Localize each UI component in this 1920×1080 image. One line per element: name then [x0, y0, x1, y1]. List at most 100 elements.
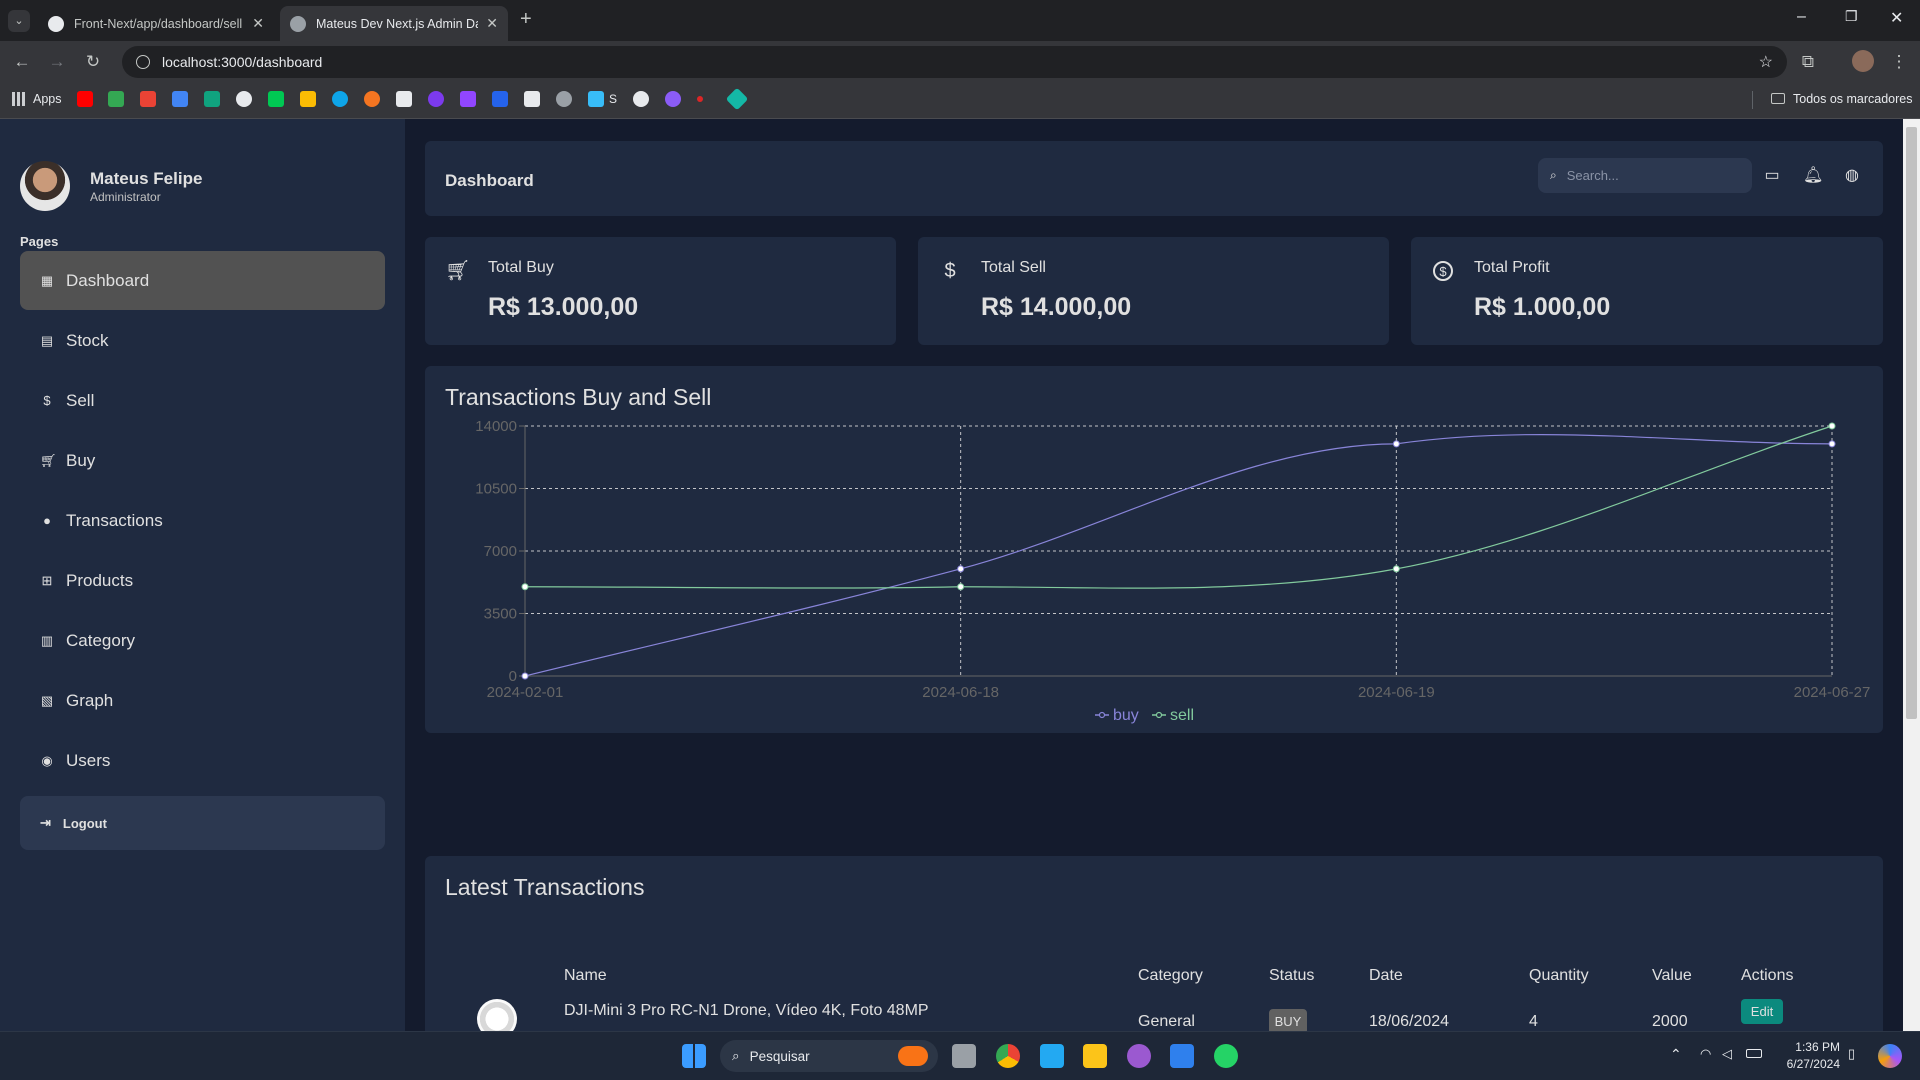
address-bar[interactable]: localhost:3000/dashboard ☆: [122, 46, 1787, 78]
vscode-icon[interactable]: [1040, 1044, 1064, 1068]
stat-card-total-buy: 🛒︎ Total Buy R$ 13.000,00: [425, 237, 896, 345]
clock-time[interactable]: 1:36 PM: [1780, 1040, 1840, 1054]
tray-chevron-icon[interactable]: ⌃: [1670, 1046, 1682, 1063]
restore-button[interactable]: ❐: [1845, 8, 1858, 25]
profile-avatar[interactable]: [1852, 50, 1874, 72]
task-view-icon[interactable]: [952, 1044, 976, 1068]
minimize-button[interactable]: –: [1797, 8, 1806, 26]
series-line-buy: [524, 433, 1833, 677]
sidebar-item-products[interactable]: ⊞ Products: [20, 551, 385, 610]
bell-icon[interactable]: 🔔︎: [1803, 167, 1823, 185]
search-placeholder: Search...: [1566, 168, 1619, 183]
sidebar-item-label: Transactions: [66, 510, 163, 530]
bookmark-icon[interactable]: [268, 91, 284, 107]
transactions-icon: ●: [43, 512, 51, 528]
volume-icon[interactable]: ◁: [1722, 1046, 1732, 1062]
gmail-icon[interactable]: [140, 91, 156, 107]
chat-icon[interactable]: ▭: [1763, 167, 1781, 185]
battery-icon[interactable]: [1746, 1049, 1762, 1058]
twitch-icon[interactable]: [460, 91, 476, 107]
forward-icon[interactable]: →: [46, 51, 68, 73]
all-bookmarks-folder[interactable]: Todos os marcadores: [1793, 92, 1913, 106]
settings-bookmark-icon[interactable]: [556, 91, 572, 107]
buy-icon: 🛒︎: [40, 452, 57, 468]
github-desktop-icon[interactable]: [1127, 1044, 1151, 1068]
sell-icon: $: [43, 392, 51, 408]
menu-icon[interactable]: ⋮: [1888, 51, 1910, 73]
close-tab-icon[interactable]: ✕: [486, 15, 498, 32]
close-window-button[interactable]: ✕: [1890, 8, 1903, 28]
app-bookmark-icon[interactable]: [725, 87, 749, 111]
reload-icon[interactable]: ↻: [82, 51, 104, 73]
threads-icon[interactable]: [236, 91, 252, 107]
logout-button[interactable]: ⇥ Logout: [20, 796, 385, 850]
avatar: [20, 161, 70, 211]
new-tab-button[interactable]: +: [520, 8, 532, 31]
app-bookmark-icon[interactable]: [588, 91, 604, 107]
globe-icon[interactable]: ◍: [1843, 167, 1861, 185]
legend-label-sell: sell: [1170, 707, 1194, 724]
app-bookmark-icon[interactable]: [697, 96, 703, 102]
stat-title: Total Profit: [1474, 259, 1550, 276]
sidebar-item-transactions[interactable]: ● Transactions: [20, 491, 385, 550]
wifi-icon[interactable]: ◠: [1700, 1046, 1711, 1062]
apps-grid-icon[interactable]: [12, 92, 26, 106]
github-icon[interactable]: [633, 91, 649, 107]
sidebar-item-graph[interactable]: ▧ Graph: [20, 671, 385, 730]
col-header-actions: Actions: [1741, 967, 1794, 984]
series-line-sell: [524, 425, 1833, 589]
bookmark-apps[interactable]: Apps: [33, 92, 62, 106]
app-bookmark-icon[interactable]: [492, 91, 508, 107]
sidebar-item-dashboard[interactable]: ▦ Dashboard: [20, 251, 385, 310]
data-point-buy: [957, 565, 965, 573]
search-icon: ⌕: [1550, 168, 1557, 182]
bookmark-s[interactable]: S: [609, 92, 617, 106]
col-header-name: Name: [564, 967, 607, 984]
browser-tab-dashboard[interactable]: Mateus Dev Next.js Admin Dash ✕: [280, 6, 508, 41]
tab-list-dropdown-icon[interactable]: ⌄: [8, 10, 30, 32]
notification-icon[interactable]: ▯: [1848, 1046, 1855, 1062]
browser-tab-github[interactable]: Front-Next/app/dashboard/sell ✕: [38, 6, 274, 41]
chart-card: Transactions Buy and Sell 0 3500 7000 10500…: [425, 366, 1883, 733]
whatsapp-icon[interactable]: [1214, 1044, 1238, 1068]
copilot-icon[interactable]: [1878, 1044, 1902, 1068]
translate-icon[interactable]: [172, 91, 188, 107]
maps-icon[interactable]: [108, 91, 124, 107]
col-header-value: Value: [1652, 967, 1692, 984]
search-input[interactable]: ⌕ Search...: [1538, 158, 1752, 193]
page-scrollbar[interactable]: [1903, 119, 1920, 1031]
close-tab-icon[interactable]: ✕: [252, 15, 264, 32]
todo-icon[interactable]: [1170, 1044, 1194, 1068]
app-bookmark-icon[interactable]: [665, 91, 681, 107]
stat-card-total-sell: $ Total Sell R$ 14.000,00: [918, 237, 1389, 345]
crunchyroll-icon[interactable]: [364, 91, 380, 107]
site-info-icon[interactable]: [136, 55, 150, 69]
youtube-icon[interactable]: [77, 91, 93, 107]
chrome-icon[interactable]: [996, 1044, 1020, 1068]
col-header-category: Category: [1138, 967, 1203, 984]
back-icon[interactable]: ←: [11, 51, 33, 73]
sidebar-item-sell[interactable]: $ Sell: [20, 371, 385, 430]
sidebar-item-buy[interactable]: 🛒︎ Buy: [20, 431, 385, 490]
sidebar-item-stock[interactable]: ▤ Stock: [20, 311, 385, 370]
sidebar-item-category[interactable]: ▥ Category: [20, 611, 385, 670]
bookmark-star-icon[interactable]: ☆: [1759, 52, 1773, 72]
scrollbar-thumb[interactable]: [1906, 127, 1917, 719]
edge-icon[interactable]: [332, 91, 348, 107]
sidebar-item-users[interactable]: ◉ Users: [20, 731, 385, 790]
app-bookmark-icon[interactable]: [396, 91, 412, 107]
edit-button[interactable]: Edit: [1741, 999, 1783, 1024]
logout-icon: ⇥: [40, 815, 51, 830]
tab-title: Mateus Dev Next.js Admin Dash: [316, 16, 479, 31]
app-bookmark-icon[interactable]: [524, 91, 540, 107]
drive-icon[interactable]: [300, 91, 316, 107]
stock-icon: ▤: [40, 332, 54, 348]
file-explorer-icon[interactable]: [1083, 1044, 1107, 1068]
extensions-icon[interactable]: ⧉: [1797, 51, 1819, 73]
clock-date[interactable]: 6/27/2024: [1775, 1057, 1840, 1071]
windows-start-icon[interactable]: [682, 1044, 706, 1068]
firefox-icon[interactable]: [428, 91, 444, 107]
chatgpt-icon[interactable]: [204, 91, 220, 107]
taskbar-search[interactable]: ⌕ Pesquisar: [720, 1040, 938, 1072]
sidebar-item-label: Sell: [66, 390, 95, 410]
